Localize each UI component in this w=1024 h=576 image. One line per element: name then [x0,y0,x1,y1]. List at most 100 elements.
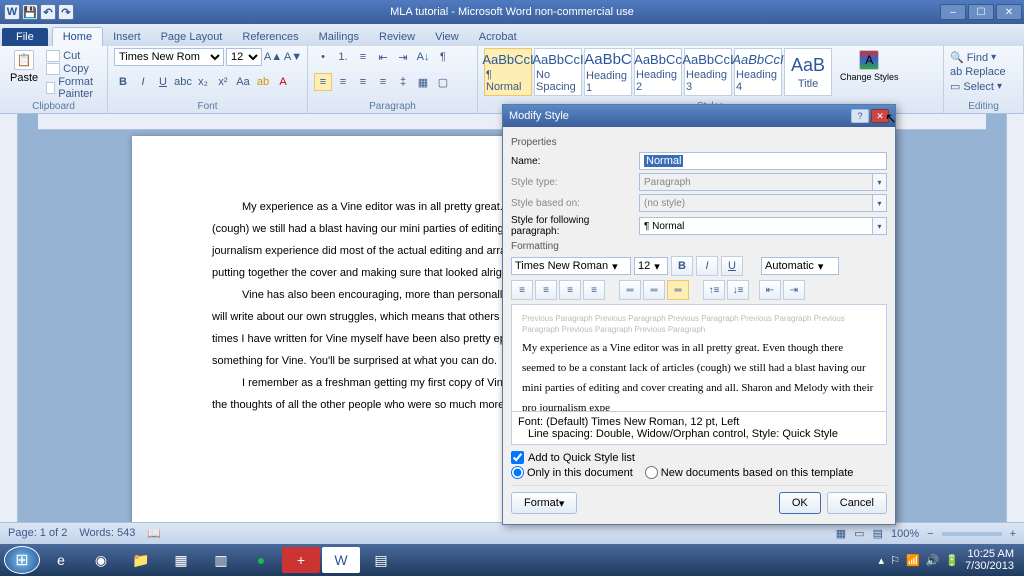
qat-redo-icon[interactable]: ↷ [58,4,74,20]
borders-button[interactable]: ▢ [434,73,452,91]
format-painter-button[interactable]: Format Painter [46,76,101,100]
tab-acrobat[interactable]: Acrobat [469,28,527,46]
style-title[interactable]: AaBTitle [784,48,832,96]
new-documents-radio[interactable]: New documents based on this template [645,466,854,479]
dlg-indent-dec-button[interactable]: ⇤ [759,280,781,300]
taskbar-app1-icon[interactable]: ▦ [162,547,200,573]
shrink-font-button[interactable]: A▼ [284,48,302,66]
show-marks-button[interactable]: ¶ [434,48,452,66]
find-button[interactable]: 🔍Find ▾ [950,51,1017,64]
file-tab[interactable]: File [2,28,48,46]
minimize-button[interactable]: – [940,4,966,20]
taskbar-explorer-icon[interactable]: 📁 [122,547,160,573]
dlg-align-center-button[interactable]: ≡ [535,280,557,300]
dlg-align-right-button[interactable]: ≡ [559,280,581,300]
font-size-select[interactable]: 12 [226,48,262,66]
tab-view[interactable]: View [425,28,469,46]
close-button[interactable]: ✕ [996,4,1022,20]
decrease-indent-button[interactable]: ⇤ [374,48,392,66]
tray-flag-icon[interactable]: ⚐ [890,554,900,567]
line-spacing-button[interactable]: ‡ [394,73,412,91]
italic-button[interactable]: I [134,73,152,91]
view-web-icon[interactable]: ▤ [873,527,883,540]
tab-home[interactable]: Home [52,27,103,46]
vertical-ruler[interactable] [0,114,18,554]
dlg-space-before-dec-button[interactable]: ↓≡ [727,280,749,300]
style-heading2[interactable]: AaBbCcHeading 2 [634,48,682,96]
view-reading-icon[interactable]: ▭ [854,527,864,540]
justify-button[interactable]: ≡ [374,73,392,91]
dlg-italic-button[interactable]: I [696,256,718,276]
taskbar-app3-icon[interactable]: + [282,547,320,573]
tray-battery-icon[interactable]: 🔋 [945,554,959,567]
dlg-bold-button[interactable]: B [671,256,693,276]
font-name-select[interactable]: Times New Rom [114,48,224,66]
dlg-size-select[interactable]: 12 ▾ [634,257,668,275]
numbering-button[interactable]: 1. [334,48,352,66]
dlg-indent-inc-button[interactable]: ⇥ [783,280,805,300]
strikethrough-button[interactable]: abc [174,73,192,91]
add-quick-style-label[interactable]: Add to Quick Style list [528,452,635,464]
tray-up-icon[interactable]: ▴ [879,554,885,567]
tab-references[interactable]: References [232,28,308,46]
select-button[interactable]: ▭Select ▾ [950,80,1017,93]
dlg-color-select[interactable]: Automatic ▾ [761,257,839,275]
following-select[interactable]: ¶ Normal [639,217,873,235]
dlg-underline-button[interactable]: U [721,256,743,276]
dlg-space-before-inc-button[interactable]: ↑≡ [703,280,725,300]
grow-font-button[interactable]: A▲ [264,48,282,66]
taskbar-spotify-icon[interactable]: ● [242,547,280,573]
superscript-button[interactable]: x² [214,73,232,91]
cut-button[interactable]: Cut [46,50,101,62]
bold-button[interactable]: B [114,73,132,91]
style-heading4[interactable]: AaBbCcIHeading 4 [734,48,782,96]
font-color-button[interactable]: A [274,73,292,91]
underline-button[interactable]: U [154,73,172,91]
zoom-in-button[interactable]: + [1010,528,1016,540]
align-right-button[interactable]: ≡ [354,73,372,91]
tab-mailings[interactable]: Mailings [309,28,369,46]
tab-insert[interactable]: Insert [103,28,151,46]
zoom-level[interactable]: 100% [891,528,919,540]
dlg-justify-button[interactable]: ≡ [583,280,605,300]
tab-review[interactable]: Review [369,28,425,46]
style-heading3[interactable]: AaBbCcIHeading 3 [684,48,732,96]
taskbar-chrome-icon[interactable]: ◉ [82,547,120,573]
align-center-button[interactable]: ≡ [334,73,352,91]
status-words[interactable]: Words: 543 [79,527,135,540]
name-input[interactable]: Normal [639,152,887,170]
replace-button[interactable]: abReplace [950,66,1017,78]
cancel-button[interactable]: Cancel [827,492,887,514]
taskbar-app2-icon[interactable]: ▥ [202,547,240,573]
style-heading1[interactable]: AaBbCHeading 1 [584,48,632,96]
subscript-button[interactable]: x₂ [194,73,212,91]
sort-button[interactable]: A↓ [414,48,432,66]
vertical-scrollbar[interactable] [1006,114,1024,554]
style-no-spacing[interactable]: AaBbCcINo Spacing [534,48,582,96]
zoom-out-button[interactable]: − [927,528,933,540]
start-button[interactable]: ⊞ [4,546,40,574]
align-left-button[interactable]: ≡ [314,73,332,91]
dlg-double-spacing-button[interactable]: ═ [667,280,689,300]
status-proof-icon[interactable]: 📖 [147,527,161,540]
taskbar-word-icon[interactable]: W [322,547,360,573]
status-page[interactable]: Page: 1 of 2 [8,527,67,540]
format-button[interactable]: Format ▾ [511,492,577,514]
increase-indent-button[interactable]: ⇥ [394,48,412,66]
dlg-font-select[interactable]: Times New Roman ▾ [511,257,631,275]
shading-button[interactable]: ▦ [414,73,432,91]
style-normal[interactable]: AaBbCcI¶ Normal [484,48,532,96]
tray-network-icon[interactable]: 📶 [906,554,920,567]
tab-page-layout[interactable]: Page Layout [151,28,233,46]
tray-clock[interactable]: 10:25 AM 7/30/2013 [965,548,1014,572]
paste-button[interactable]: 📋 Paste [6,48,42,86]
ok-button[interactable]: OK [779,492,821,514]
dialog-close-button[interactable]: ✕ [871,109,889,123]
dlg-15-spacing-button[interactable]: ═ [643,280,665,300]
taskbar-app4-icon[interactable]: ▤ [362,547,400,573]
dlg-align-left-button[interactable]: ≡ [511,280,533,300]
taskbar-ie-icon[interactable]: e [42,547,80,573]
zoom-slider[interactable] [942,532,1002,536]
text-effects-button[interactable]: Aa [234,73,252,91]
change-styles-button[interactable]: A Change Styles [836,48,903,84]
